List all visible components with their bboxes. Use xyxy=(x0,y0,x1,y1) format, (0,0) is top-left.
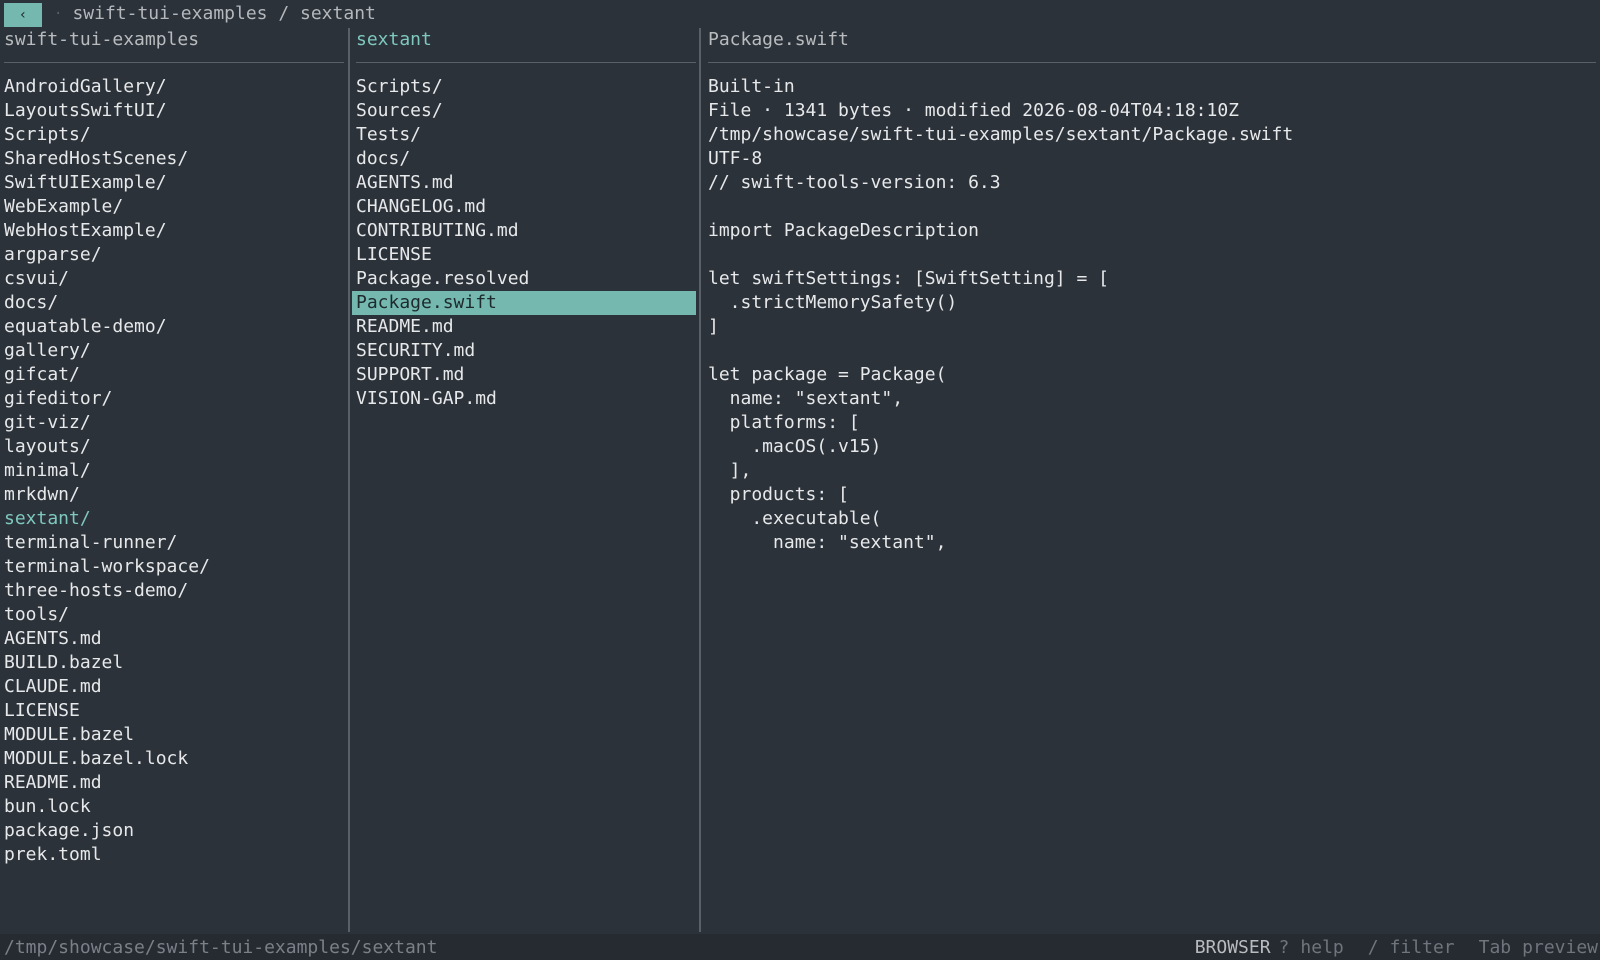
directory-entry[interactable]: SwiftUIExample/ xyxy=(0,171,348,195)
mode-indicator: BROWSER xyxy=(1194,936,1271,958)
directory-entry[interactable]: bun.lock xyxy=(0,795,348,819)
directory-entry[interactable]: git-viz/ xyxy=(0,411,348,435)
code-line: .strictMemorySafety() xyxy=(708,292,958,313)
directory-entry[interactable]: WebHostExample/ xyxy=(0,219,348,243)
status-path: /tmp/showcase/swift-tui-examples/sextant xyxy=(4,936,438,958)
directory-entry[interactable]: minimal/ xyxy=(0,459,348,483)
file-entry[interactable]: Scripts/ xyxy=(352,75,700,99)
hint-label: preview xyxy=(1522,936,1598,958)
code-line: name: "sextant", xyxy=(708,532,947,553)
file-entry[interactable]: Package.resolved xyxy=(352,267,700,291)
header-divider xyxy=(356,62,696,63)
directory-entry[interactable]: SharedHostScenes/ xyxy=(0,147,348,171)
file-entry[interactable]: AGENTS.md xyxy=(352,171,700,195)
code-line: platforms: [ xyxy=(708,412,860,433)
code-line: let package = Package( xyxy=(708,364,947,385)
directory-entry[interactable]: gallery/ xyxy=(0,339,348,363)
preview-file-info: File · 1341 bytes · modified 2026-08-04T… xyxy=(708,100,1240,121)
title-separator: · xyxy=(54,6,63,22)
directory-entry[interactable]: Scripts/ xyxy=(0,123,348,147)
directory-entry[interactable]: MODULE.bazel xyxy=(0,723,348,747)
file-entry[interactable]: VISION-GAP.md xyxy=(352,387,700,411)
directory-entry[interactable]: tools/ xyxy=(0,603,348,627)
directory-entry[interactable]: prek.toml xyxy=(0,843,348,867)
directory-entry[interactable]: argparse/ xyxy=(0,243,348,267)
code-line: ] xyxy=(708,316,719,337)
directory-entry[interactable]: LayoutsSwiftUI/ xyxy=(0,99,348,123)
directory-entry[interactable]: LICENSE xyxy=(0,699,348,723)
directory-entry[interactable]: mrkdwn/ xyxy=(0,483,348,507)
file-entry[interactable]: SUPPORT.md xyxy=(352,363,700,387)
pane-divider xyxy=(348,28,350,932)
hint-key: Tab xyxy=(1478,936,1512,958)
preview-file-path: /tmp/showcase/swift-tui-examples/sextant… xyxy=(708,124,1294,145)
code-line: name: "sextant", xyxy=(708,388,904,409)
hint-key: / xyxy=(1367,936,1379,958)
directory-entry[interactable]: three-hosts-demo/ xyxy=(0,579,348,603)
file-entry[interactable]: Tests/ xyxy=(352,123,700,147)
directory-entry[interactable]: MODULE.bazel.lock xyxy=(0,747,348,771)
file-entry[interactable]: docs/ xyxy=(352,147,700,171)
hint-label: help xyxy=(1300,936,1344,958)
status-hints: BROWSER ? help / filter Tab preview xyxy=(1195,937,1600,958)
pane-divider xyxy=(699,28,701,932)
code-line: let swiftSettings: [SwiftSetting] = [ xyxy=(708,268,1109,289)
code-line: import PackageDescription xyxy=(708,220,979,241)
header-divider xyxy=(708,62,1596,63)
preview-kind: Built-in xyxy=(708,76,795,97)
parent-directory-pane: swift-tui-examples AndroidGallery/Layout… xyxy=(0,28,348,932)
code-line: .macOS(.v15) xyxy=(708,436,882,457)
keyboard-hints: ? help / filter Tab preview xyxy=(1271,937,1598,958)
directory-entry[interactable]: package.json xyxy=(0,819,348,843)
file-entry[interactable]: Sources/ xyxy=(352,99,700,123)
preview-encoding: UTF-8 xyxy=(708,148,763,169)
hint-key: ? xyxy=(1278,936,1290,958)
file-entry[interactable]: CHANGELOG.md xyxy=(352,195,700,219)
status-bar: /tmp/showcase/swift-tui-examples/sextant… xyxy=(0,934,1600,960)
directory-entry[interactable]: WebExample/ xyxy=(0,195,348,219)
directory-entry[interactable]: terminal-workspace/ xyxy=(0,555,348,579)
back-button[interactable]: ‹ xyxy=(4,3,42,27)
code-line: products: [ xyxy=(708,484,849,505)
preview-header: Package.swift xyxy=(708,29,849,50)
file-entry[interactable]: Package.swift xyxy=(352,291,696,315)
directory-entry[interactable]: BUILD.bazel xyxy=(0,651,348,675)
file-entry[interactable]: README.md xyxy=(352,315,700,339)
parent-directory-list: AndroidGallery/LayoutsSwiftUI/Scripts/Sh… xyxy=(0,75,348,867)
directory-entry[interactable]: terminal-runner/ xyxy=(0,531,348,555)
code-preview[interactable]: // swift-tools-version: 6.3 import Packag… xyxy=(708,171,1600,555)
preview-pane: Package.swift Built-in File · 1341 bytes… xyxy=(704,28,1600,932)
directory-entry[interactable]: gifeditor/ xyxy=(0,387,348,411)
directory-entry[interactable]: sextant/ xyxy=(0,507,348,531)
directory-entry[interactable]: CLAUDE.md xyxy=(0,675,348,699)
current-directory-list: Scripts/Sources/Tests/docs/AGENTS.md CHAN… xyxy=(352,75,700,411)
directory-entry[interactable]: docs/ xyxy=(0,291,348,315)
directory-entry[interactable]: csvui/ xyxy=(0,267,348,291)
directory-entry[interactable]: README.md xyxy=(0,771,348,795)
file-entry[interactable]: SECURITY.md xyxy=(352,339,700,363)
header-divider xyxy=(4,62,344,63)
preview-body: Built-in File · 1341 bytes · modified 20… xyxy=(704,75,1600,555)
title-bar: ‹ · swift-tui-examples / sextant xyxy=(0,0,1600,28)
directory-entry[interactable]: equatable-demo/ xyxy=(0,315,348,339)
hint-label: filter xyxy=(1389,936,1455,958)
code-line: // swift-tools-version: 6.3 xyxy=(708,172,1001,193)
breadcrumb: swift-tui-examples / sextant xyxy=(72,3,376,24)
directory-entry[interactable]: gifcat/ xyxy=(0,363,348,387)
parent-directory-header: swift-tui-examples xyxy=(4,29,200,50)
directory-entry[interactable]: layouts/ xyxy=(0,435,348,459)
chevron-left-icon: ‹ xyxy=(18,7,28,23)
code-line: ], xyxy=(708,460,752,481)
code-line: .executable( xyxy=(708,508,882,529)
file-entry[interactable]: CONTRIBUTING.md xyxy=(352,219,700,243)
directory-entry[interactable]: AGENTS.md xyxy=(0,627,348,651)
file-entry[interactable]: LICENSE xyxy=(352,243,700,267)
directory-entry[interactable]: AndroidGallery/ xyxy=(0,75,348,99)
current-directory-pane: sextant Scripts/Sources/Tests/docs/AGENT… xyxy=(352,28,700,932)
current-directory-header: sextant xyxy=(356,29,432,50)
